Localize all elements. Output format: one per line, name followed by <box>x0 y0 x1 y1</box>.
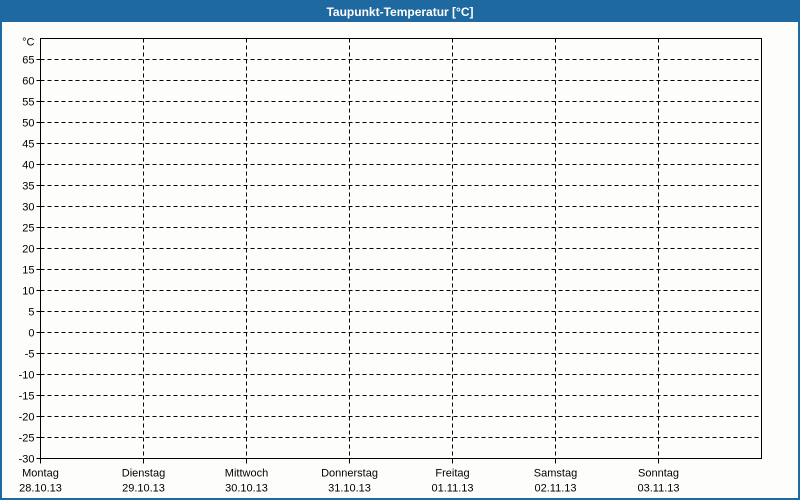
y-tick-label: 30 <box>22 202 34 214</box>
x-weekday-label: Freitag <box>435 468 469 480</box>
y-tick-label: 0 <box>28 328 34 340</box>
x-date-label: 28.10.13 <box>19 483 62 495</box>
y-tick-label: 35 <box>22 181 34 193</box>
y-tick-label: 50 <box>22 118 34 130</box>
y-tick-label: -15 <box>19 391 35 403</box>
y-tick-label: 60 <box>22 76 34 88</box>
title-bar: Taupunkt-Temperatur [°C] <box>2 2 798 22</box>
y-tick-label: 20 <box>22 244 34 256</box>
y-tick-label: 40 <box>22 160 34 172</box>
y-tick-label: -25 <box>19 433 35 445</box>
x-date-label: 31.10.13 <box>328 483 371 495</box>
y-tick-label: -30 <box>19 454 35 466</box>
chart-canvas: 65605550454035302520151050-5-10-15-20-25… <box>19 37 762 495</box>
x-date-label: 30.10.13 <box>225 483 268 495</box>
y-tick-label: 15 <box>22 265 34 277</box>
y-tick-label: -10 <box>19 370 35 382</box>
y-axis-unit-label: °C <box>22 37 34 49</box>
x-weekday-label: Mittwoch <box>225 468 268 480</box>
y-tick-label: -5 <box>25 349 35 361</box>
x-weekday-label: Montag <box>22 468 59 480</box>
x-weekday-label: Samstag <box>534 468 577 480</box>
x-date-label: 29.10.13 <box>122 483 165 495</box>
x-weekday-label: Dienstag <box>122 468 165 480</box>
y-tick-label: 5 <box>28 307 34 319</box>
chart-window: Taupunkt-Temperatur [°C] 65 60 55 50 45 40 35 3… <box>0 0 800 500</box>
y-tick-label: 10 <box>22 286 34 298</box>
chart-title: Taupunkt-Temperatur [°C] <box>326 5 474 19</box>
x-date-label: 01.11.13 <box>431 483 473 495</box>
y-tick-label: 55 <box>22 97 34 109</box>
y-tick-label: 25 <box>22 223 34 235</box>
x-date-label: 03.11.13 <box>637 483 679 495</box>
x-weekday-label: Donnerstag <box>321 468 378 480</box>
x-weekday-label: Sonntag <box>638 468 679 480</box>
y-tick-label: -20 <box>19 412 35 424</box>
x-date-label: 02.11.13 <box>534 483 576 495</box>
y-tick-label: 65 <box>22 55 34 67</box>
y-tick-label: 45 <box>22 139 34 151</box>
